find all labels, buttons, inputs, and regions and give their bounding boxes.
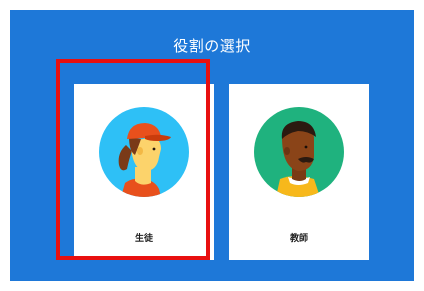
role-card-teacher[interactable]: 教師 [229, 84, 369, 260]
page-title: 役割の選択 [173, 37, 251, 55]
selection-highlight [56, 59, 210, 260]
teacher-avatar-icon [254, 107, 344, 197]
role-label-teacher: 教師 [289, 234, 308, 244]
